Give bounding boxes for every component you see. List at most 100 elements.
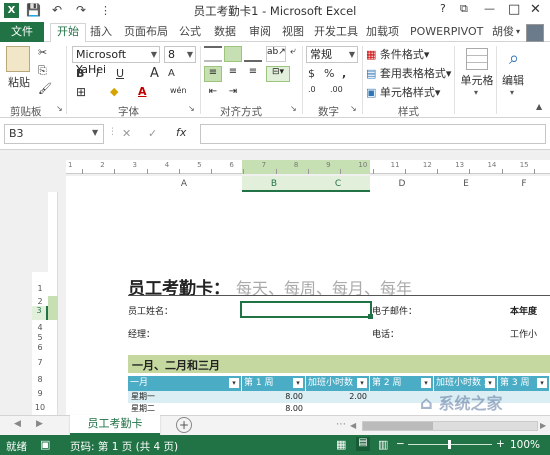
table-header-cell[interactable]: 第 1 周 ▾ <box>242 376 306 391</box>
cells-button[interactable]: 单元格 <box>458 74 496 88</box>
tab-split-handle-icon[interactable]: ⋯ <box>336 419 346 430</box>
bold-button[interactable]: B <box>76 67 84 80</box>
tab-data[interactable]: 数据 <box>214 24 236 42</box>
row-header[interactable]: 4 <box>32 323 48 332</box>
filter-dropdown-icon[interactable]: ▾ <box>537 378 547 388</box>
minimize-icon[interactable]: — <box>484 2 495 15</box>
insert-function-icon[interactable]: fx <box>176 126 186 139</box>
filter-dropdown-icon[interactable]: ▾ <box>293 378 303 388</box>
format-as-table-button[interactable]: ▤ 套用表格格式▾ <box>366 65 456 81</box>
copy-icon[interactable]: ⎘ <box>38 64 47 78</box>
filter-dropdown-icon[interactable]: ▾ <box>421 378 431 388</box>
filter-dropdown-icon[interactable]: ▾ <box>485 378 495 388</box>
user-menu-arrow-icon[interactable]: ▾ <box>516 24 520 42</box>
decrease-indent-icon[interactable]: ⇤ <box>204 86 222 100</box>
column-header-f[interactable]: F <box>498 176 550 192</box>
font-size-select[interactable]: 8 ▼ <box>164 46 196 63</box>
font-launcher-icon[interactable]: ↘ <box>188 104 195 113</box>
bottom-align-icon[interactable] <box>244 46 262 62</box>
row-header[interactable]: 8 <box>32 375 48 384</box>
maximize-icon[interactable]: □ <box>508 2 520 17</box>
find-icon[interactable]: ⌕ <box>504 48 524 70</box>
font-color-icon[interactable]: A <box>138 85 147 98</box>
zoom-level[interactable]: 100% <box>510 439 540 451</box>
grow-font-icon[interactable]: A <box>150 66 159 81</box>
tab-file[interactable]: 文件 <box>0 22 44 42</box>
merge-center-icon[interactable]: ⊟▾ <box>266 66 290 82</box>
table-header-cell[interactable]: 第 3 周 ▾ <box>498 376 550 391</box>
table-header-cell[interactable]: 加班小时数 ▾ <box>306 376 370 391</box>
row-header[interactable]: 7 <box>32 358 48 367</box>
page-layout-view-icon[interactable]: ▤ <box>356 437 370 451</box>
scroll-left-icon[interactable]: ◀ <box>350 421 358 431</box>
shrink-font-icon[interactable]: A <box>168 68 175 79</box>
formula-input[interactable] <box>200 124 546 144</box>
tab-insert[interactable]: 插入 <box>90 24 112 42</box>
collapse-ribbon-icon[interactable]: ▲ <box>536 102 542 111</box>
prev-sheet-icon[interactable]: ◀ <box>14 419 21 429</box>
alignment-launcher-icon[interactable]: ↘ <box>290 104 297 113</box>
table-cell[interactable]: 星期一 <box>128 391 242 403</box>
macro-record-icon[interactable]: ▣ <box>40 438 50 451</box>
column-header-c[interactable]: C <box>306 176 370 192</box>
decrease-decimal-icon[interactable]: .00 <box>330 85 343 94</box>
tab-formulas[interactable]: 公式 <box>179 24 201 42</box>
name-box[interactable]: B3 <box>4 124 104 144</box>
tab-review[interactable]: 审阅 <box>249 24 271 42</box>
phonetic-guide-icon[interactable]: wén <box>170 86 187 95</box>
top-align-icon[interactable] <box>204 46 222 62</box>
user-name[interactable]: 胡俊 <box>492 24 514 42</box>
row-header[interactable]: 1 <box>32 284 48 293</box>
tab-addins[interactable]: 加载项 <box>366 24 399 42</box>
increase-indent-icon[interactable]: ⇥ <box>224 86 242 100</box>
column-header-a[interactable]: A <box>126 176 242 192</box>
orientation-icon[interactable]: ab↗ <box>266 46 286 62</box>
sheet-tab-active[interactable]: 员工考勤卡 <box>70 415 160 435</box>
scroll-right-icon[interactable]: ▶ <box>540 421 548 431</box>
row-header-selected[interactable]: 3 <box>32 306 48 320</box>
currency-icon[interactable]: $ <box>308 67 315 80</box>
number-format-select[interactable]: 常规 ▼ <box>306 46 358 63</box>
row-header[interactable]: 10 <box>32 403 48 412</box>
filter-dropdown-icon[interactable]: ▾ <box>357 378 367 388</box>
middle-align-icon[interactable] <box>224 46 242 62</box>
next-sheet-icon[interactable]: ▶ <box>36 419 43 429</box>
tab-developer[interactable]: 开发工具 <box>314 24 358 42</box>
employee-name-cell[interactable] <box>240 301 372 318</box>
zoom-slider[interactable] <box>408 440 492 449</box>
column-header-b[interactable]: B <box>242 176 306 192</box>
avatar[interactable] <box>526 24 544 42</box>
align-left-icon[interactable]: ≡ <box>204 66 222 82</box>
align-center-icon[interactable]: ≡ <box>224 66 242 82</box>
row-header[interactable]: 9 <box>32 389 48 398</box>
tab-page-layout[interactable]: 页面布局 <box>124 24 168 42</box>
row-header[interactable]: 6 <box>32 343 48 352</box>
comma-style-icon[interactable]: , <box>342 67 346 80</box>
horizontal-scrollbar[interactable] <box>362 421 538 431</box>
zoom-slider-thumb[interactable] <box>448 440 451 449</box>
number-launcher-icon[interactable]: ↘ <box>350 104 357 113</box>
close-icon[interactable]: ✕ <box>530 2 541 17</box>
editing-button[interactable]: 编辑 <box>498 74 528 88</box>
table-header-cell[interactable]: 一月 ▾ <box>128 376 242 391</box>
table-cell[interactable]: 2.00 <box>306 391 370 403</box>
cut-icon[interactable]: ✂ <box>38 46 47 59</box>
ribbon-display-options-icon[interactable]: ⧉ <box>460 2 468 16</box>
underline-button[interactable]: U <box>116 67 124 80</box>
row-header[interactable]: 5 <box>32 333 48 342</box>
paste-button[interactable]: 粘贴 <box>4 76 34 90</box>
italic-button[interactable]: I <box>96 67 99 80</box>
scrollbar-thumb[interactable] <box>363 422 433 430</box>
table-cell[interactable]: 8.00 <box>242 403 306 415</box>
increase-decimal-icon[interactable]: .0 <box>308 85 316 94</box>
enter-icon[interactable]: ✓ <box>148 127 157 140</box>
page-break-view-icon[interactable]: ▥ <box>378 438 388 451</box>
add-sheet-icon[interactable]: + <box>176 417 192 433</box>
normal-view-icon[interactable]: ▦ <box>336 438 346 451</box>
table-cell[interactable] <box>306 403 370 415</box>
help-icon[interactable]: ? <box>440 2 446 15</box>
chevron-down-icon[interactable]: ▼ <box>92 128 98 137</box>
table-header-cell[interactable]: 加班小时数 2 ▾ <box>434 376 498 391</box>
cancel-icon[interactable]: ✕ <box>122 127 131 140</box>
column-header-d[interactable]: D <box>370 176 434 192</box>
